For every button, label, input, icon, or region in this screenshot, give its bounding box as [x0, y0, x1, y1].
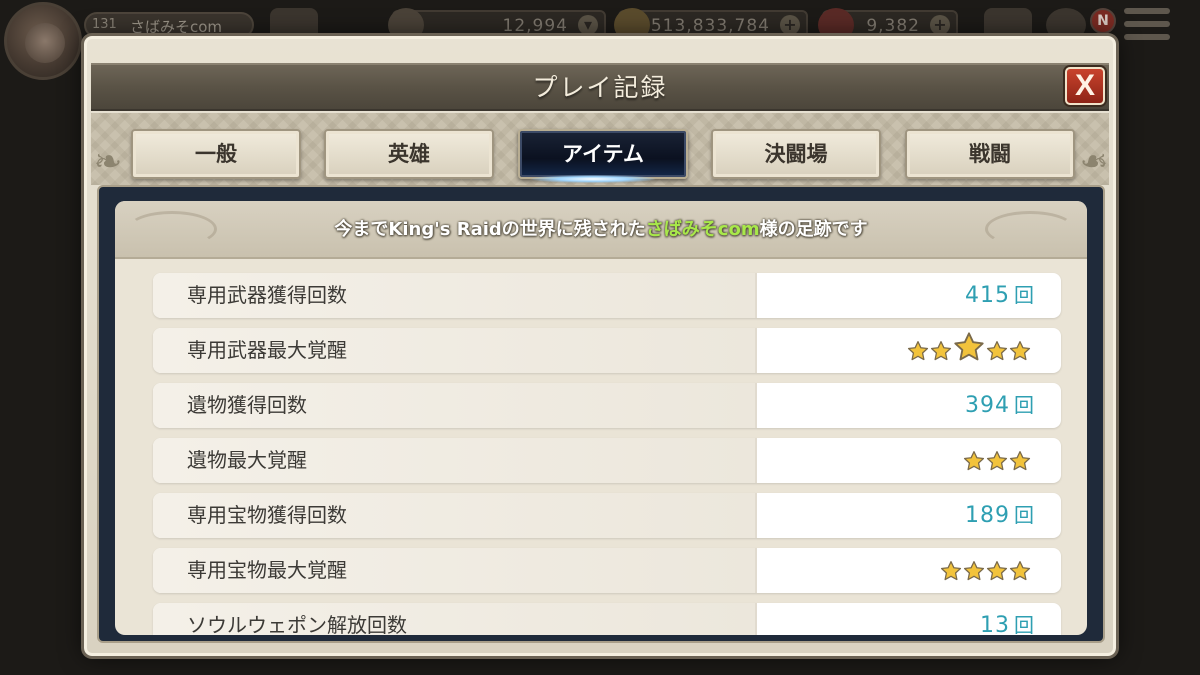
content-frame: 今までKing's Raidの世界に残されたさばみそcom様の足跡です 専用武器…: [97, 185, 1105, 643]
record-row-relic-awaken: 遺物最大覚醒: [153, 438, 1061, 483]
player-avatar[interactable]: [4, 2, 82, 80]
stamina-value: 12,994: [502, 16, 568, 36]
player-name: さばみそcom: [130, 18, 223, 36]
star-rating: [962, 445, 1031, 477]
record-row-treasure-obtained: 専用宝物獲得回数 189 回: [153, 493, 1061, 538]
avatar-portrait-icon: [25, 23, 65, 63]
notification-badge[interactable]: N: [1090, 8, 1116, 34]
row-value: 415 回: [965, 283, 1035, 308]
row-label: ソウルウェポン解放回数: [187, 613, 407, 635]
scroll-ornament-right-icon: ❧: [1079, 142, 1109, 182]
row-label: 専用宝物最大覚醒: [187, 558, 347, 582]
hamburger-menu-icon[interactable]: [1124, 8, 1170, 48]
record-row-soul-weapon: ソウルウェポン解放回数 13 回: [153, 603, 1061, 635]
row-value: 189 回: [965, 503, 1035, 528]
row-value: 394 回: [965, 393, 1035, 418]
gold-add-button[interactable]: +: [780, 15, 800, 35]
player-level: 131: [92, 17, 117, 32]
record-row-weapon-awaken: 専用武器最大覚醒: [153, 328, 1061, 373]
dialog-title: プレイ記録: [532, 73, 668, 102]
record-row-relic-obtained: 遺物獲得回数 394 回: [153, 383, 1061, 428]
row-label: 専用武器最大覚醒: [187, 338, 347, 362]
star-rating: [906, 332, 1031, 367]
tab-battle[interactable]: 戦闘: [905, 129, 1075, 179]
play-record-dialog: プレイ記録 X ❧ ❧ 一般 英雄 アイテム 決闘場 戦闘 今までKing's …: [84, 36, 1116, 656]
active-tab-glow: [531, 175, 655, 183]
row-value: 13 回: [980, 613, 1035, 635]
banner-player-name: さばみそcom: [645, 219, 760, 240]
star-icon: [986, 560, 1008, 582]
banner-message: 今までKing's Raidの世界に残されたさばみそcom様の足跡です: [115, 201, 1087, 259]
gold-counter: 513,833,784 +: [614, 8, 808, 42]
record-banner: 今までKing's Raidの世界に残されたさばみそcom様の足跡です: [115, 201, 1087, 259]
close-button[interactable]: X: [1065, 67, 1105, 105]
gold-value: 513,833,784: [650, 16, 770, 36]
player-name-plate: 131 さばみそcom: [84, 12, 254, 38]
row-label: 遺物獲得回数: [187, 393, 307, 417]
star-icon: [986, 450, 1008, 472]
row-label: 遺物最大覚醒: [187, 448, 307, 472]
star-icon: [953, 331, 985, 363]
scroll-ornament-left-icon: ❧: [93, 142, 123, 182]
record-row-weapon-obtained: 専用武器獲得回数 415 回: [153, 273, 1061, 318]
tab-arena[interactable]: 決闘場: [711, 129, 881, 179]
tab-heroes[interactable]: 英雄: [324, 129, 494, 179]
star-icon: [1009, 450, 1031, 472]
tab-general[interactable]: 一般: [131, 129, 301, 179]
ruby-value: 9,382: [866, 16, 920, 36]
record-row-treasure-awaken: 専用宝物最大覚醒: [153, 548, 1061, 593]
star-icon: [1009, 560, 1031, 582]
star-icon: [986, 340, 1008, 362]
star-icon: [907, 340, 929, 362]
ruby-counter: 9,382 +: [818, 8, 958, 42]
top-hud: 131 さばみそcom 12,994 ▾ 513,833,784 + 9,382…: [0, 0, 1200, 80]
star-icon: [963, 450, 985, 472]
banner-prefix: 今までKing's Raidの世界に残された: [334, 219, 646, 240]
stamina-dropdown-icon[interactable]: ▾: [578, 15, 598, 35]
dialog-title-bar: プレイ記録: [91, 63, 1109, 111]
stamina-counter: 12,994 ▾: [388, 8, 606, 42]
star-icon: [1009, 340, 1031, 362]
row-label: 専用宝物獲得回数: [187, 503, 347, 527]
banner-suffix: 様の足跡です: [759, 219, 868, 240]
ruby-add-button[interactable]: +: [930, 15, 950, 35]
star-icon: [963, 560, 985, 582]
star-icon: [930, 340, 952, 362]
star-rating: [939, 555, 1031, 587]
record-panel[interactable]: 今までKing's Raidの世界に残されたさばみそcom様の足跡です 専用武器…: [115, 201, 1087, 635]
tab-items[interactable]: アイテム: [518, 129, 688, 179]
row-label: 専用武器獲得回数: [187, 283, 347, 307]
star-icon: [940, 560, 962, 582]
